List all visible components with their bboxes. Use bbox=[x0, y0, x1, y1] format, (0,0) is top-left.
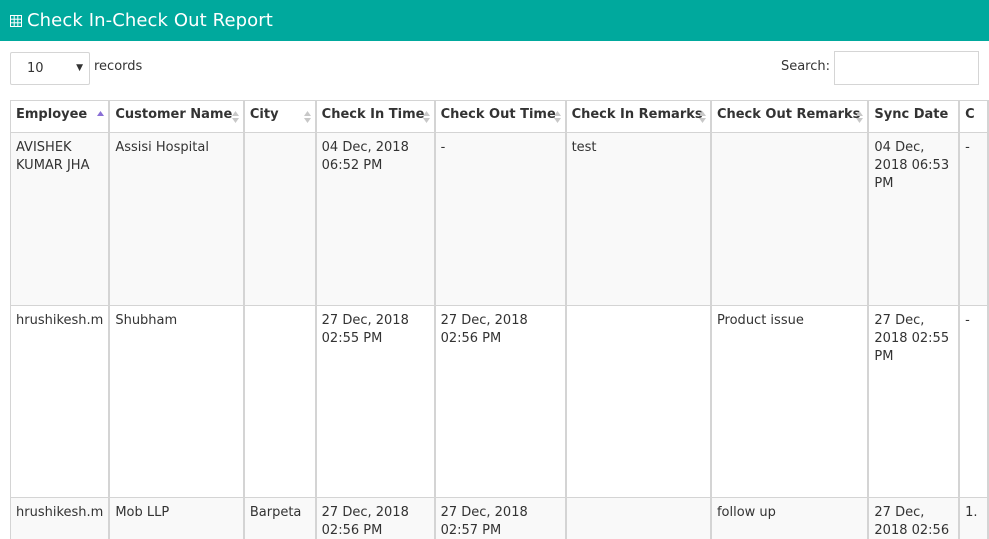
cell-sync-date: 04 Dec, 2018 06:53 PM bbox=[867, 132, 961, 306]
cell-customer-name: Mob LLP bbox=[108, 497, 245, 539]
column-header-check-in-remarks[interactable]: Check In Remarks bbox=[565, 100, 712, 133]
sort-icon bbox=[231, 110, 239, 124]
column-header-label: Check In Time bbox=[321, 107, 425, 122]
column-header-label: City bbox=[249, 107, 279, 122]
sort-icon bbox=[422, 110, 430, 124]
cell-check-out-remarks: follow up bbox=[710, 497, 870, 539]
column-header-label: Check Out Remarks bbox=[716, 107, 861, 122]
cell-sync-date: 27 Dec, 2018 02:56 PM bbox=[867, 497, 961, 539]
cell-employee: AVISHEK KUMAR JHA bbox=[10, 132, 111, 306]
cell-city bbox=[243, 305, 317, 498]
table-controls: 10 ▼ records Search: bbox=[10, 51, 979, 85]
column-header-check-out-remarks[interactable]: Check Out Remarks bbox=[710, 100, 870, 133]
cell-check-out-remarks bbox=[710, 132, 870, 306]
records-label: records bbox=[94, 59, 143, 74]
cell-check-in-remarks bbox=[565, 497, 712, 539]
column-header-customer-name[interactable]: Customer Name bbox=[108, 100, 245, 133]
cell-check-in-remarks bbox=[565, 305, 712, 498]
column-header-city[interactable]: City bbox=[243, 100, 317, 133]
cell-employee: hrushikesh.m bbox=[10, 305, 111, 498]
cell-check-in-remarks: test bbox=[565, 132, 712, 306]
cell-truncated: - bbox=[958, 305, 989, 498]
cell-city bbox=[243, 132, 317, 306]
cell-check-in-time: 27 Dec, 2018 02:56 PM bbox=[315, 497, 436, 539]
column-header-label: Sync Date bbox=[874, 107, 949, 122]
table-row: AVISHEK KUMAR JHA Assisi Hospital 04 Dec… bbox=[10, 132, 989, 306]
cell-customer-name: Shubham bbox=[108, 305, 245, 498]
chevron-down-icon: ▼ bbox=[76, 63, 83, 73]
cell-check-in-time: 04 Dec, 2018 06:52 PM bbox=[315, 132, 436, 306]
records-per-page-value: 10 bbox=[27, 61, 44, 76]
sort-icon bbox=[856, 110, 864, 124]
column-header-check-out-time[interactable]: Check Out Time bbox=[434, 100, 567, 133]
column-header-sync-date[interactable]: Sync Date bbox=[867, 100, 961, 133]
column-header-label: Employee bbox=[16, 107, 88, 122]
sort-ascending-icon bbox=[97, 110, 105, 124]
search-input[interactable] bbox=[834, 51, 979, 85]
sort-icon bbox=[698, 110, 706, 124]
cell-check-out-time: - bbox=[434, 132, 567, 306]
cell-city: Barpeta bbox=[243, 497, 317, 539]
table-row: hrushikesh.m Shubham 27 Dec, 2018 02:55 … bbox=[10, 305, 989, 498]
cell-check-out-time: 27 Dec, 2018 02:56 PM bbox=[434, 305, 567, 498]
column-header-label: Check Out Time bbox=[440, 107, 556, 122]
column-header-employee[interactable]: Employee bbox=[10, 100, 111, 133]
search-label: Search: bbox=[780, 59, 830, 74]
cell-check-out-remarks: Product issue bbox=[710, 305, 870, 498]
table-grid-icon bbox=[10, 14, 22, 27]
page-title: Check In-Check Out Report bbox=[27, 10, 273, 31]
table-row: hrushikesh.m Mob LLP Barpeta 27 Dec, 201… bbox=[10, 497, 989, 539]
column-header-label: Customer Name bbox=[115, 107, 233, 122]
sort-icon bbox=[303, 110, 311, 124]
cell-check-in-time: 27 Dec, 2018 02:55 PM bbox=[315, 305, 436, 498]
records-per-page-select[interactable]: 10 ▼ bbox=[10, 52, 90, 85]
cell-truncated: 1. bbox=[958, 497, 989, 539]
column-header-label: Check In Remarks bbox=[571, 107, 703, 122]
table-header-row: Employee Customer Name City Check In Tim… bbox=[10, 100, 989, 133]
cell-truncated: - bbox=[958, 132, 989, 306]
sort-icon bbox=[553, 110, 561, 124]
cell-employee: hrushikesh.m bbox=[10, 497, 111, 539]
column-header-truncated[interactable]: C bbox=[958, 100, 989, 133]
report-table: Employee Customer Name City Check In Tim… bbox=[10, 100, 989, 539]
cell-customer-name: Assisi Hospital bbox=[108, 132, 245, 306]
cell-sync-date: 27 Dec, 2018 02:55 PM bbox=[867, 305, 961, 498]
column-header-label: C bbox=[965, 107, 975, 122]
report-header: Check In-Check Out Report bbox=[0, 0, 989, 41]
cell-check-out-time: 27 Dec, 2018 02:57 PM bbox=[434, 497, 567, 539]
column-header-check-in-time[interactable]: Check In Time bbox=[315, 100, 436, 133]
